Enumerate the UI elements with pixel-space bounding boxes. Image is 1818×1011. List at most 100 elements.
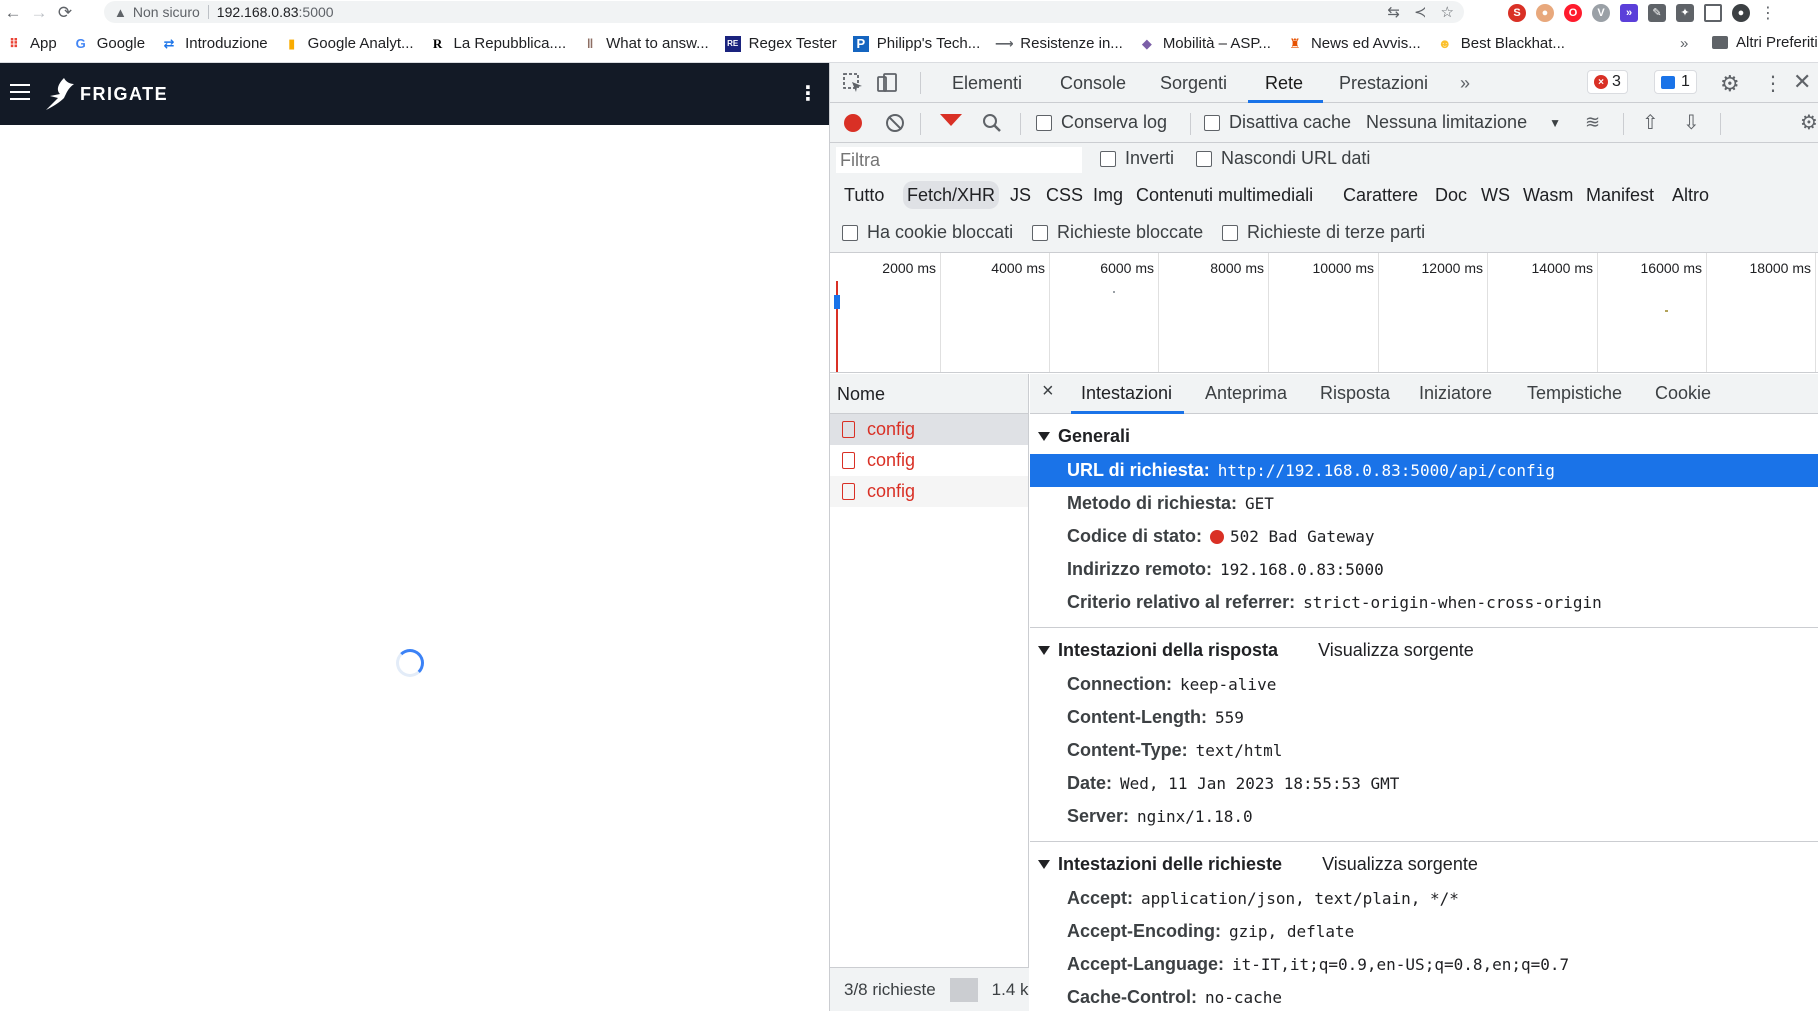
messages-badge[interactable]: 1: [1654, 70, 1697, 94]
header-row[interactable]: Accept: application/json, text/plain, */*: [1030, 882, 1818, 915]
tab-cookie[interactable]: Cookie: [1655, 383, 1711, 404]
export-har-icon[interactable]: ⇩: [1683, 110, 1700, 135]
header-row[interactable]: Criterio relativo al referrer: strict-ori…: [1030, 586, 1818, 619]
bookmark-news[interactable]: ♜ News ed Avvis...: [1287, 35, 1421, 52]
tab-prestazioni[interactable]: Prestazioni: [1339, 73, 1428, 94]
translate-icon[interactable]: ⇆: [1387, 3, 1400, 21]
network-settings-icon[interactable]: ⚙: [1800, 110, 1818, 135]
tab-tempistiche[interactable]: Tempistiche: [1527, 383, 1622, 404]
errors-badge[interactable]: × 3: [1587, 70, 1628, 94]
type-img[interactable]: Img: [1089, 181, 1127, 209]
address-bar[interactable]: ▲ Non sicuro 192.168.0.83:5000 ⇆ ≺ ☆: [104, 1, 1464, 23]
type-js[interactable]: JS: [1006, 181, 1035, 209]
filter-funnel-icon[interactable]: [940, 114, 962, 126]
checkbox-box[interactable]: [842, 224, 858, 241]
type-doc[interactable]: Doc: [1431, 181, 1471, 209]
extension-opera-icon[interactable]: O: [1564, 3, 1582, 22]
checkbox-box[interactable]: [1196, 150, 1212, 167]
header-row[interactable]: Content-Length: 559: [1030, 701, 1818, 734]
extensions-puzzle-icon[interactable]: ✦: [1676, 3, 1694, 22]
header-row[interactable]: Server: nginx/1.18.0: [1030, 800, 1818, 833]
devtools-menu-icon[interactable]: ⋮: [1763, 71, 1783, 96]
checkbox-box[interactable]: [1222, 224, 1238, 241]
header-row[interactable]: URL di richiesta: http://192.168.0.83:500…: [1030, 454, 1818, 487]
clear-icon[interactable]: [886, 114, 904, 132]
invert-checkbox[interactable]: Inverti: [1100, 148, 1174, 169]
bookmark-resistenze[interactable]: ⟶ Resistenze in...: [995, 35, 1123, 52]
blocked-requests-checkbox[interactable]: Richieste bloccate: [1032, 222, 1203, 243]
header-row[interactable]: Accept-Encoding: gzip, deflate: [1030, 915, 1818, 948]
view-source-button[interactable]: Visualizza sorgente: [1318, 640, 1474, 661]
share-icon[interactable]: ≺: [1414, 3, 1427, 21]
preserve-log-checkbox[interactable]: Conserva log: [1036, 112, 1167, 133]
header-row[interactable]: Accept-Language: it-IT,it;q=0.9,en-US;q=0…: [1030, 948, 1818, 981]
header-row[interactable]: Indirizzo remoto: 192.168.0.83:5000: [1030, 553, 1818, 586]
extension-s-icon[interactable]: S: [1508, 3, 1526, 22]
third-party-checkbox[interactable]: Richieste di terze parti: [1222, 222, 1425, 243]
checkbox-box[interactable]: [1032, 224, 1048, 241]
throttling-select[interactable]: Nessuna limitazione ▼: [1366, 112, 1561, 133]
more-options-icon[interactable]: ⋮: [798, 81, 818, 106]
name-column-header[interactable]: Nome: [830, 374, 1028, 414]
more-bookmarks-icon[interactable]: »: [1680, 35, 1688, 52]
bookmark-google[interactable]: G Google: [73, 35, 145, 52]
bookmark-mobilita[interactable]: ◆ Mobilità – ASP...: [1139, 35, 1271, 52]
browser-menu-icon[interactable]: ⋮: [1760, 3, 1776, 23]
network-overview-timeline[interactable]: 2000 ms 4000 ms 6000 ms 8000 ms 10000 ms…: [830, 253, 1818, 373]
network-conditions-icon[interactable]: ≋: [1585, 112, 1600, 133]
extension-pen-icon[interactable]: ✎: [1648, 3, 1666, 22]
request-row[interactable]: config: [830, 445, 1028, 476]
forward-icon[interactable]: →: [26, 0, 52, 25]
more-tabs-icon[interactable]: »: [1460, 73, 1470, 94]
close-details-icon[interactable]: ×: [1042, 380, 1054, 403]
request-headers-section-header[interactable]: Intestazioni delle richieste Visualizza s…: [1030, 846, 1818, 882]
bookmark-star-icon[interactable]: ☆: [1441, 3, 1454, 21]
type-all[interactable]: Tutto: [840, 181, 888, 209]
security-label[interactable]: Non sicuro: [133, 4, 200, 20]
extension-cookie-icon[interactable]: ●: [1536, 3, 1554, 22]
type-wasm[interactable]: Wasm: [1519, 181, 1577, 209]
tab-iniziatore[interactable]: Iniziatore: [1419, 383, 1492, 404]
type-media[interactable]: Contenuti multimediali: [1132, 181, 1317, 209]
tab-intestazioni[interactable]: Intestazioni: [1081, 383, 1172, 404]
bookmark-analytics[interactable]: ▮ Google Analyt...: [284, 35, 413, 52]
tab-console[interactable]: Console: [1060, 73, 1126, 94]
other-bookmarks-folder[interactable]: Altri Preferiti: [1712, 34, 1818, 51]
tab-rete[interactable]: Rete: [1265, 73, 1303, 94]
tab-anteprima[interactable]: Anteprima: [1205, 383, 1287, 404]
general-section-header[interactable]: Generali: [1030, 418, 1818, 454]
bookmark-introduzione[interactable]: ⇄ Introduzione: [161, 35, 268, 52]
type-font[interactable]: Carattere: [1339, 181, 1422, 209]
checkbox-box[interactable]: [1204, 114, 1220, 131]
close-devtools-icon[interactable]: ✕: [1793, 69, 1811, 95]
tab-sorgenti[interactable]: Sorgenti: [1160, 73, 1227, 94]
back-icon[interactable]: ←: [0, 0, 26, 25]
search-icon[interactable]: [982, 113, 1002, 133]
response-headers-section-header[interactable]: Intestazioni della risposta Visualizza so…: [1030, 632, 1818, 668]
device-toolbar-icon[interactable]: [876, 72, 898, 94]
tab-elementi[interactable]: Elementi: [952, 73, 1022, 94]
header-row[interactable]: Content-Type: text/html: [1030, 734, 1818, 767]
bookmark-app[interactable]: ⠿ App: [6, 35, 57, 52]
profile-avatar[interactable]: ●: [1732, 3, 1750, 22]
bookmark-what-to-answer[interactable]: ‖ What to answ...: [582, 35, 709, 52]
inspect-element-icon[interactable]: [842, 72, 864, 94]
tab-risposta[interactable]: Risposta: [1320, 383, 1390, 404]
checkbox-box[interactable]: [1100, 150, 1116, 167]
bookmark-philipps-tech[interactable]: P Philipp's Tech...: [852, 35, 980, 52]
extension-arrow-icon[interactable]: »: [1620, 3, 1638, 22]
checkbox-box[interactable]: [1036, 114, 1052, 131]
header-row[interactable]: Codice di stato: 502 Bad Gateway: [1030, 520, 1818, 553]
menu-icon[interactable]: [10, 84, 30, 100]
view-source-button[interactable]: Visualizza sorgente: [1322, 854, 1478, 875]
type-ws[interactable]: WS: [1477, 181, 1514, 209]
header-row[interactable]: Connection: keep-alive: [1030, 668, 1818, 701]
header-row[interactable]: Date: Wed, 11 Jan 2023 18:55:53 GMT: [1030, 767, 1818, 800]
filter-input[interactable]: [836, 147, 1082, 173]
request-row[interactable]: config: [830, 476, 1028, 507]
reload-icon[interactable]: ⟳: [52, 0, 78, 25]
settings-gear-icon[interactable]: ⚙: [1720, 71, 1740, 97]
blocked-cookies-checkbox[interactable]: Ha cookie bloccati: [842, 222, 1013, 243]
extension-v-icon[interactable]: V: [1592, 3, 1610, 22]
disable-cache-checkbox[interactable]: Disattiva cache: [1204, 112, 1351, 133]
